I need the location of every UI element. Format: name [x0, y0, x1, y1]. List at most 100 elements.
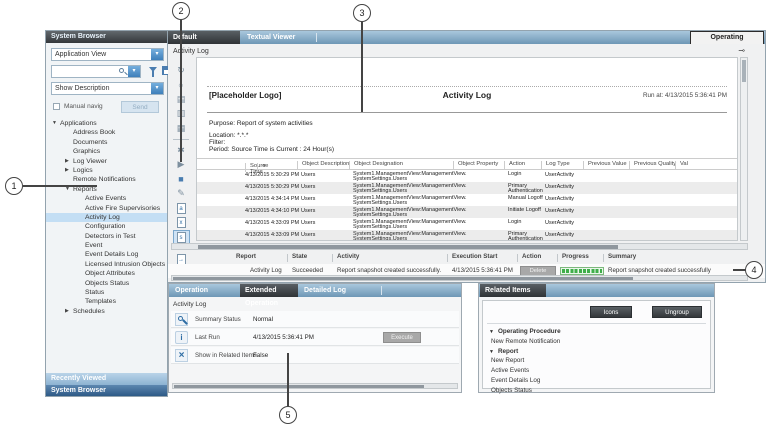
- tree-item[interactable]: Templates: [46, 297, 167, 306]
- tree-item[interactable]: Remote Notifications: [46, 175, 167, 184]
- column-object-designation[interactable]: Object Designation: [349, 161, 403, 170]
- expander-icon[interactable]: ▶: [65, 307, 73, 316]
- tree-item[interactable]: ▶Schedules: [46, 307, 167, 316]
- filter-icon[interactable]: [149, 67, 157, 72]
- tab-default[interactable]: Default: [168, 31, 240, 44]
- tree-item[interactable]: Documents: [46, 138, 167, 147]
- column-source-time[interactable]: Source Time▼: [241, 161, 245, 170]
- tree-item[interactable]: ▶Logics: [46, 166, 167, 175]
- column-previous-quality[interactable]: Previous Quality: [629, 161, 676, 170]
- tree-item[interactable]: Activity Log: [46, 213, 167, 222]
- column-action[interactable]: Action: [504, 161, 525, 170]
- related-item[interactable]: ▼ Report: [489, 347, 706, 357]
- tree-item[interactable]: Status: [46, 288, 167, 297]
- related-item[interactable]: Event Details Log: [489, 376, 706, 386]
- operation-row-show-in-related: × Show in Related Items False: [171, 347, 459, 364]
- send-button[interactable]: Send: [121, 101, 159, 113]
- operation-row-value: Normal: [253, 316, 273, 323]
- tab-operating[interactable]: Operating: [690, 31, 764, 44]
- related-item[interactable]: New Remote Notification: [489, 337, 706, 347]
- tab-textual-viewer[interactable]: Textual Viewer: [242, 31, 314, 44]
- tree-item[interactable]: Active Events: [46, 194, 167, 203]
- expander-icon[interactable]: ▼: [489, 329, 494, 335]
- related-item-label: New Report: [491, 357, 524, 364]
- tree-item-label: Graphics: [73, 148, 100, 155]
- tree-item[interactable]: Active Fire Supervisories: [46, 204, 167, 213]
- expander-icon[interactable]: ▶: [65, 157, 73, 166]
- table-row: 4/13/2015 4:34:10 PM Users System1.Manag…: [197, 206, 737, 218]
- column-object-property[interactable]: Object Property: [453, 161, 498, 170]
- edit-icon[interactable]: ✎: [174, 188, 189, 200]
- related-item[interactable]: ▼Operating Procedure: [489, 327, 706, 337]
- callout-4-number: 4: [751, 265, 756, 275]
- tab-detailed-log[interactable]: Detailed Log: [299, 284, 349, 297]
- callout-3: 3: [353, 4, 371, 22]
- tab-related-items[interactable]: Related Items: [480, 284, 546, 297]
- related-items-tab-bar: Related Items: [479, 284, 714, 297]
- expander-icon[interactable]: ▼: [52, 119, 60, 128]
- related-item[interactable]: Active Events: [489, 366, 706, 376]
- operation-horizontal-scrollbar[interactable]: [172, 383, 458, 389]
- tree-item[interactable]: Licensed Intrusion Objects: [46, 260, 167, 269]
- execute-button[interactable]: Execute: [383, 332, 421, 343]
- related-item[interactable]: New Report: [489, 356, 706, 366]
- excel-export-icon[interactable]: x: [174, 217, 189, 229]
- expander-icon[interactable]: ▼: [489, 349, 494, 355]
- tree-item[interactable]: Configuration: [46, 222, 167, 231]
- cell-object-designation: System1.ManagementView:ManagementView.Sy…: [349, 208, 467, 219]
- pdf-export-icon[interactable]: a: [174, 202, 189, 214]
- expander-icon[interactable]: ▶: [65, 166, 73, 175]
- tab-extended-operation[interactable]: Extended Operation: [240, 284, 298, 297]
- tree-item[interactable]: Object Attributes: [46, 269, 167, 278]
- tree-item[interactable]: Objects Status: [46, 279, 167, 288]
- description-selector[interactable]: Show Description ▾: [51, 82, 164, 95]
- ungroup-button[interactable]: Ungroup: [652, 306, 702, 318]
- tab-operation[interactable]: Operation: [170, 284, 239, 297]
- related-item[interactable]: Objects Status: [489, 386, 706, 396]
- report-vertical-scrollbar[interactable]: [740, 57, 748, 241]
- stop-icon[interactable]: ■: [174, 173, 189, 185]
- scrollbar-thumb[interactable]: [198, 245, 618, 249]
- manual-nav-checkbox[interactable]: [53, 103, 60, 110]
- operation-row-label: Show in Related Items: [195, 352, 257, 359]
- column-val[interactable]: Val: [675, 161, 688, 170]
- view-selector[interactable]: Application View ▾: [51, 48, 164, 61]
- related-item-label: Report: [498, 348, 518, 355]
- tree-item[interactable]: ▼Applications: [46, 119, 167, 128]
- tree-item[interactable]: Address Book: [46, 128, 167, 137]
- scrollbar-thumb[interactable]: [742, 60, 746, 82]
- tree-item[interactable]: ▶Log Viewer: [46, 157, 167, 166]
- chevron-down-icon[interactable]: ▾: [128, 66, 140, 77]
- tree-item[interactable]: Graphics: [46, 147, 167, 156]
- cell-object-designation: System1.ManagementView:ManagementView.Sy…: [349, 172, 467, 183]
- cell-object-description: Users: [297, 208, 315, 214]
- report-horizontal-scrollbar[interactable]: [171, 243, 748, 250]
- tree-item[interactable]: Event: [46, 241, 167, 250]
- exec-column-state: State: [292, 253, 307, 260]
- chevron-down-icon[interactable]: ▾: [151, 83, 163, 94]
- execution-horizontal-scrollbar[interactable]: [171, 275, 748, 281]
- column-separator: [557, 254, 558, 262]
- cell-object-description: Users: [297, 196, 315, 202]
- callout-1-number: 1: [11, 181, 16, 191]
- exec-state: Succeeded: [292, 267, 323, 274]
- column-log-type[interactable]: Log Type: [541, 161, 570, 170]
- column-previous-value[interactable]: Previous Value: [583, 161, 627, 170]
- tree-item[interactable]: Detectors in Test: [46, 232, 167, 241]
- snapshot-icon[interactable]: s: [174, 231, 189, 243]
- scrollbar-thumb[interactable]: [173, 277, 633, 280]
- tree-item[interactable]: Event Details Log: [46, 250, 167, 259]
- column-separator: [603, 254, 604, 262]
- search-input[interactable]: ▾: [51, 65, 141, 78]
- recently-viewed-bar[interactable]: Recently Viewed: [46, 373, 167, 385]
- system-browser-bar[interactable]: System Browser: [46, 385, 167, 397]
- cell-log-type: UserActivity: [541, 220, 574, 226]
- pin-icon[interactable]: ⊸: [738, 46, 745, 55]
- tree-item-label: Detectors in Test: [85, 233, 136, 240]
- operation-tab-bar: Operation Extended Operation Detailed Lo…: [169, 284, 461, 297]
- scrollbar-thumb[interactable]: [174, 385, 424, 388]
- cell-source-time: 4/13/2015 4:34:14 PM: [241, 196, 299, 202]
- chevron-down-icon[interactable]: ▾: [151, 49, 163, 60]
- column-object-description[interactable]: Object Description: [297, 161, 349, 170]
- icons-button[interactable]: Icons: [590, 306, 632, 318]
